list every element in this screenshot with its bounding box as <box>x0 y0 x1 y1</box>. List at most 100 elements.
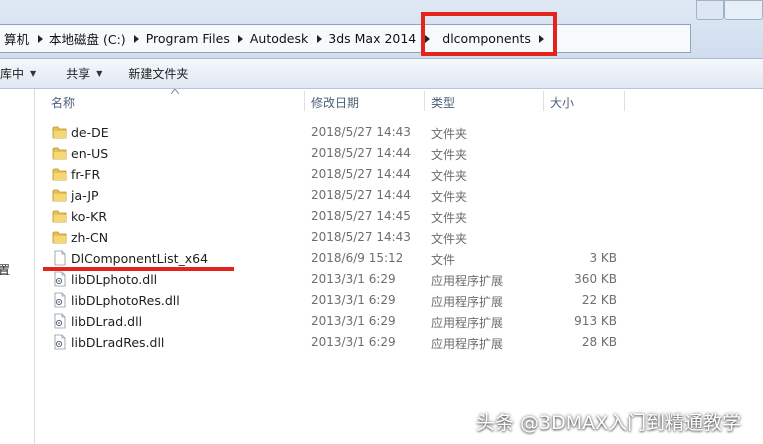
chevron-right-icon[interactable] <box>314 34 324 43</box>
column-header-name[interactable]: 名称 <box>51 94 75 111</box>
watermark: 头条 @3DMAX入门到精通教学 <box>476 412 742 434</box>
breadcrumb[interactable]: 算机 本地磁盘 (C:) Program Files Autodesk 3ds … <box>0 24 691 53</box>
file-modified-date: 2013/3/1 6:29 <box>311 335 396 349</box>
file-name: de-DE <box>71 125 109 140</box>
maximize-button[interactable] <box>724 0 763 20</box>
breadcrumb-item[interactable]: Autodesk <box>246 25 324 52</box>
dll-icon <box>52 313 68 329</box>
minimize-button[interactable] <box>696 0 724 20</box>
file-size: 913 KB <box>574 314 617 328</box>
file-modified-date: 2018/5/27 14:44 <box>311 146 411 160</box>
file-name: libDLradRes.dll <box>71 335 165 350</box>
column-divider[interactable] <box>304 91 305 111</box>
breadcrumb-item[interactable]: Program Files <box>142 25 246 52</box>
file-type: 文件夹 <box>431 190 468 204</box>
file-type: 文件夹 <box>431 232 468 246</box>
folder-icon <box>52 124 68 140</box>
file-row[interactable]: libDLrad.dll 2013/3/1 6:29 应用程序扩展 913 KB <box>35 311 763 332</box>
file-type: 应用程序扩展 <box>431 295 504 309</box>
column-divider[interactable] <box>543 91 544 111</box>
file-modified-date: 2018/5/27 14:44 <box>311 188 411 202</box>
folder-row[interactable]: en-US 2018/5/27 14:44 文件夹 <box>35 143 763 164</box>
file-type: 应用程序扩展 <box>431 337 504 351</box>
new-folder-button[interactable]: 新建文件夹 <box>122 63 194 85</box>
folder-row[interactable]: fr-FR 2018/5/27 14:44 文件夹 <box>35 164 763 185</box>
folder-row[interactable]: zh-CN 2018/5/27 14:43 文件夹 <box>35 227 763 248</box>
file-name: libDLrad.dll <box>71 314 143 329</box>
file-size: 22 KB <box>581 293 617 307</box>
breadcrumb-item[interactable]: 本地磁盘 (C:) <box>45 25 142 52</box>
file-size: 360 KB <box>574 272 617 286</box>
folder-row[interactable]: ko-KR 2018/5/27 14:45 文件夹 <box>35 206 763 227</box>
folder-icon <box>52 145 68 161</box>
file-name: DlComponentList_x64 <box>71 251 209 266</box>
dll-icon <box>52 271 68 287</box>
dll-icon <box>52 334 68 350</box>
column-divider[interactable] <box>424 91 425 111</box>
file-name: libDLphoto.dll <box>71 272 158 287</box>
breadcrumb-label: Program Files <box>145 31 230 46</box>
file-modified-date: 2018/5/27 14:43 <box>311 230 411 244</box>
file-modified-date: 2018/5/27 14:43 <box>311 125 411 139</box>
share-label: 共享 <box>66 67 91 81</box>
chevron-right-icon[interactable] <box>132 34 142 43</box>
file-name: ja-JP <box>71 188 99 203</box>
folder-icon <box>52 166 68 182</box>
file-name: fr-FR <box>71 167 101 182</box>
caret-down-icon: ▼ <box>96 69 103 78</box>
file-name: ko-KR <box>71 209 108 224</box>
nav-item-label[interactable]: 置 <box>0 261 10 278</box>
file-size: 3 KB <box>589 251 617 265</box>
highlight-box <box>421 12 557 56</box>
breadcrumb-label: Autodesk <box>249 31 309 46</box>
column-header-size[interactable]: 大小 <box>550 94 574 111</box>
sort-ascending-icon <box>171 89 179 94</box>
new-folder-label: 新建文件夹 <box>128 67 189 81</box>
column-header-row: 名称 修改日期 类型 大小 <box>35 89 763 114</box>
file-type: 文件 <box>431 253 456 267</box>
column-header-type[interactable]: 类型 <box>431 94 455 111</box>
file-type: 应用程序扩展 <box>431 316 504 330</box>
column-header-date[interactable]: 修改日期 <box>311 94 359 111</box>
file-modified-date: 2013/3/1 6:29 <box>311 293 396 307</box>
chevron-right-icon[interactable] <box>35 34 45 43</box>
file-row[interactable]: libDLphoto.dll 2013/3/1 6:29 应用程序扩展 360 KB <box>35 269 763 290</box>
dll-icon <box>52 292 68 308</box>
navigation-pane[interactable]: 置 <box>0 89 35 444</box>
file-size: 28 KB <box>581 335 617 349</box>
file-type: 文件夹 <box>431 211 468 225</box>
highlight-underline <box>43 267 234 271</box>
breadcrumb-label: 算机 <box>4 32 30 47</box>
file-name: zh-CN <box>71 230 109 245</box>
share-button[interactable]: 共享 ▼ <box>60 63 108 85</box>
file-type: 文件夹 <box>431 148 468 162</box>
file-modified-date: 2018/5/27 14:44 <box>311 167 411 181</box>
organize-button[interactable]: 库中 ▼ <box>0 63 42 85</box>
file-modified-date: 2018/6/9 15:12 <box>311 251 404 265</box>
window-controls <box>688 0 763 22</box>
column-divider[interactable] <box>624 91 625 111</box>
folder-icon <box>52 187 68 203</box>
file-modified-date: 2013/3/1 6:29 <box>311 272 396 286</box>
command-toolbar: 库中 ▼ 共享 ▼ 新建文件夹 <box>0 59 763 89</box>
breadcrumb-item[interactable]: 算机 <box>0 25 45 52</box>
folder-icon <box>52 208 68 224</box>
breadcrumb-label: 本地磁盘 (C:) <box>49 32 126 47</box>
address-bar-area: 算机 本地磁盘 (C:) Program Files Autodesk 3ds … <box>0 0 763 59</box>
folder-icon <box>52 229 68 245</box>
file-type: 文件夹 <box>431 169 468 183</box>
file-name: en-US <box>71 146 109 161</box>
caret-down-icon: ▼ <box>30 69 37 78</box>
file-type: 文件夹 <box>431 127 468 141</box>
file-icon <box>52 250 68 266</box>
file-type: 应用程序扩展 <box>431 274 504 288</box>
file-row[interactable]: libDLradRes.dll 2013/3/1 6:29 应用程序扩展 28 KB <box>35 332 763 353</box>
folder-row[interactable]: de-DE 2018/5/27 14:43 文件夹 <box>35 122 763 143</box>
breadcrumb-item[interactable]: 3ds Max 2014 <box>324 25 432 52</box>
breadcrumb-label: 3ds Max 2014 <box>328 31 417 46</box>
chevron-right-icon[interactable] <box>236 34 246 43</box>
file-modified-date: 2018/5/27 14:45 <box>311 209 411 223</box>
folder-row[interactable]: ja-JP 2018/5/27 14:44 文件夹 <box>35 185 763 206</box>
file-row[interactable]: DlComponentList_x64 2018/6/9 15:12 文件 3 KB <box>35 248 763 269</box>
file-row[interactable]: libDLphotoRes.dll 2013/3/1 6:29 应用程序扩展 22 K… <box>35 290 763 311</box>
